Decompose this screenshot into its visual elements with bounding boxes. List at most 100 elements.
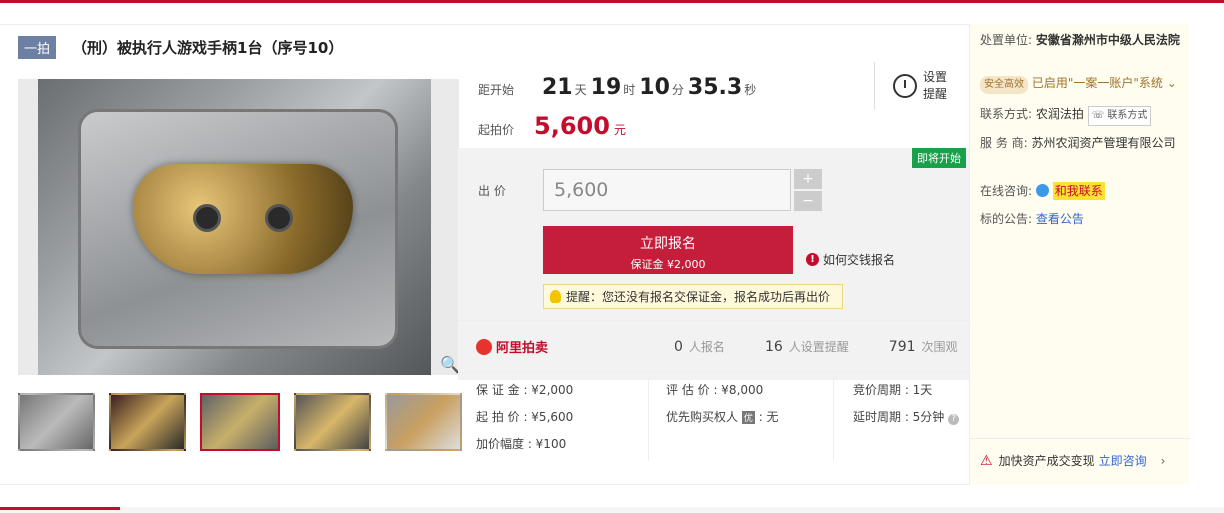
countdown-label: 距开始 [478,83,515,97]
product-photo [38,79,431,375]
registered-count: 0 [674,338,683,355]
bid-label: 出 价 [478,184,506,198]
info-icon: ! [806,253,819,266]
unit-row: 处置单位: 安徽省滁州市中级人民法院 [980,31,1185,49]
chevron-right-icon: › [1160,453,1166,468]
countdown-minutes-unit: 分 [671,83,684,97]
bottom-tab-bar [0,507,1224,513]
contact-button[interactable]: ☏ 联系方式 [1087,106,1152,126]
countdown-hours: 19 [590,75,622,100]
sidebar: 处置单位: 安徽省滁州市中级人民法院 安全高效 已启用"一案一账户"系统 ⌄ 联… [969,24,1190,485]
consult-label: 在线咨询: [980,184,1033,198]
chat-button[interactable]: 和我联系 [1052,182,1105,200]
countdown-row: 距开始 21 天 19 时 10 分 35.3 秒 [478,75,760,100]
how-to-pay-link[interactable]: ! 如何交钱报名 [806,251,895,268]
safe-text: 已启用"一案一账户"系统 [1031,76,1163,90]
tip-text: 提醒：您还没有报名交保证金，报名成功后再出价 [566,290,831,304]
start-price-value: 5,600 [534,112,610,140]
contact-button-label: 联系方式 [1107,110,1148,121]
service-row: 服 务 商: 苏州农润资产管理有限公司 [980,134,1185,152]
divider [833,379,834,461]
how-to-pay-label: 如何交钱报名 [823,253,896,267]
delay-label: 延时周期 : 5分钟 [853,410,945,424]
right-stick [265,204,293,232]
set-reminder-button[interactable]: 设置提醒 [874,62,951,110]
safe-badge: 安全高效 [980,76,1028,94]
thumbnail-3-selected[interactable] [200,393,280,451]
status-badge: 即将开始 [912,148,966,168]
view-count-label: 次围观 [921,340,958,354]
ali-auction-logo: 阿里拍卖 [476,337,656,356]
deposit-label: 保证金 ¥2,000 [630,258,706,271]
apply-label: 立即报名 [640,236,696,252]
thumbnail-2[interactable] [109,393,186,451]
consult-icon: ⚠ [980,452,993,469]
help-icon[interactable]: ? [948,414,960,425]
auction-stats: 阿里拍卖 0 人报名 16 人设置提醒 791 次围观 保 证 金 : ¥2,0… [458,320,970,461]
divider [648,379,649,461]
start-price-info: 起 拍 价 : ¥5,600 [476,410,574,424]
increase-bid-button[interactable]: + [794,169,822,189]
sidebar-footer: ⚠ 加快资产成交变现 立即咨询 › [970,438,1190,482]
priority-value: : 无 [758,410,779,424]
reminder-label: 设置提醒 [923,70,948,101]
alarm-clock-icon [893,74,917,98]
main-product-image[interactable] [18,79,459,375]
ali-logo-icon [476,338,492,355]
start-price-label: 起拍价 [478,123,515,137]
ali-logo-text: 阿里拍卖 [496,341,549,356]
unit-label: 处置单位: [980,33,1033,47]
increment-info: 加价幅度 : ¥100 [476,437,567,451]
appraisal-info: 评 估 价 : ¥8,000 [666,383,764,397]
service-label: 服 务 商: [980,136,1028,150]
apply-now-button[interactable]: 立即报名 保证金 ¥2,000 [543,226,793,274]
reminder-count: 16 [764,338,783,355]
priority-info: 优先购买权人 优 : 无 [666,408,779,425]
priority-badge: 优 [741,411,755,424]
countdown-hours-unit: 时 [623,83,636,97]
service-value: 苏州农润资产管理有限公司 [1031,136,1176,150]
safe-row[interactable]: 安全高效 已启用"一案一账户"系统 ⌄ [980,74,1190,94]
item-title: （刑）被执行人游戏手柄1台（序号10） [72,39,344,57]
chevron-down-icon: ⌄ [1166,76,1177,90]
view-count: 791 [888,338,916,355]
notice-label: 标的公告: [980,212,1033,226]
bid-input[interactable] [543,169,791,211]
countdown-seconds: 35.3 [687,75,743,100]
priority-label: 优先购买权人 [666,410,739,424]
delay-info: 延时周期 : 5分钟 ? [853,408,960,425]
top-accent-line [0,0,1224,3]
unit-value: 安徽省滁州市中级人民法院 [1035,33,1180,47]
countdown-days: 21 [542,75,573,100]
consult-row: 在线咨询: 和我联系 [980,182,1105,200]
notice-row: 标的公告: 查看公告 [980,210,1084,228]
item-title-bar: 一拍 （刑）被执行人游戏手柄1台（序号10） [18,36,343,59]
left-stick [193,204,221,232]
footer-text: 加快资产成交变现 [998,454,1095,468]
consult-now-link[interactable]: 立即咨询 [1099,452,1147,469]
auction-round-tag: 一拍 [18,36,57,59]
deposit-info: 保 证 金 : ¥2,000 [476,383,574,397]
view-notice-link[interactable]: 查看公告 [1036,212,1084,226]
contact-label: 联系方式: [980,107,1033,121]
reminder-count-label: 人设置提醒 [788,340,849,354]
start-price-unit: 元 [613,123,626,137]
contact-value: 农润法拍 [1035,107,1084,121]
zoom-icon[interactable]: 🔍 [440,355,460,374]
lightbulb-icon [550,290,561,303]
period-info: 竞价周期 : 1天 [853,383,933,397]
thumbnail-5[interactable] [385,393,462,451]
chat-icon [1035,184,1049,197]
start-price-row: 起拍价 5,600 元 [478,112,626,140]
contact-row: 联系方式: 农润法拍 ☏ 联系方式 [980,105,1152,126]
thumbnail-4[interactable] [294,393,371,451]
phone-icon: ☏ [1091,110,1105,121]
gamepad [133,164,353,274]
countdown-days-unit: 天 [574,83,587,97]
countdown-minutes: 10 [639,75,670,100]
thumbnail-1[interactable] [18,393,95,451]
thumbnail-strip [18,393,476,451]
active-tab-indicator [0,507,120,510]
decrease-bid-button[interactable]: − [794,191,822,211]
registered-label: 人报名 [688,340,725,354]
